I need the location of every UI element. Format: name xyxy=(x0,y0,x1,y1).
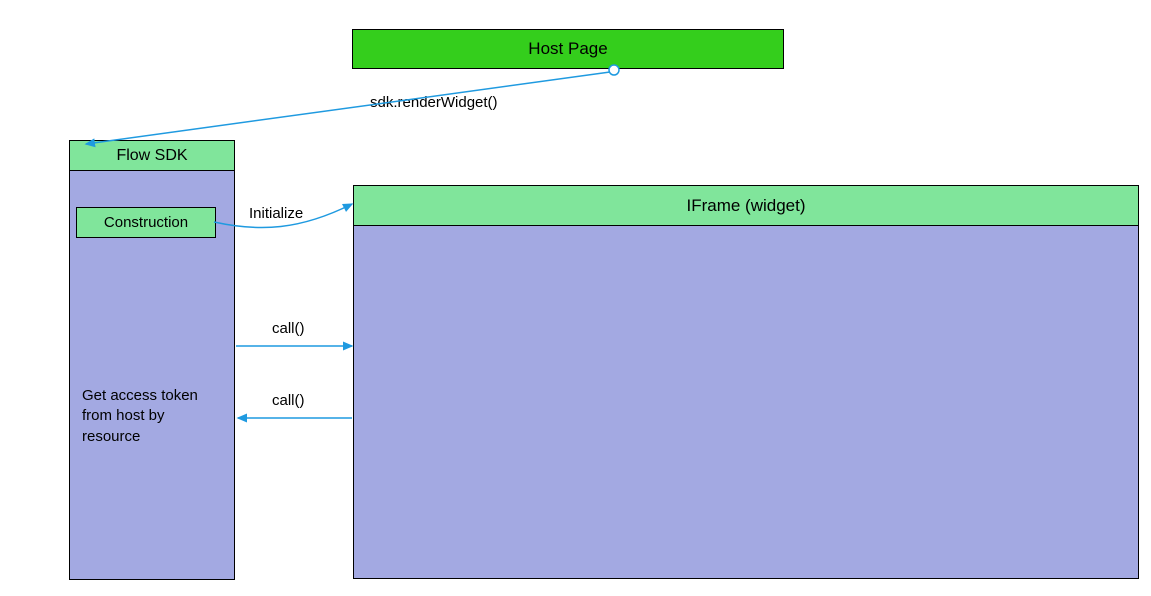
iframe-header: IFrame (widget) xyxy=(354,186,1138,226)
flow-sdk-label: Flow SDK xyxy=(116,147,187,165)
iframe-box: IFrame (widget) xyxy=(353,185,1139,579)
construction-label: Construction xyxy=(104,214,188,231)
label-render-widget: sdk.renderWidget() xyxy=(370,94,498,111)
label-initialize: Initialize xyxy=(249,205,303,222)
flow-sdk-body-text: Get access token from host by resource xyxy=(82,386,224,447)
iframe-label: IFrame (widget) xyxy=(686,196,805,216)
host-page-label: Host Page xyxy=(528,39,607,59)
flow-sdk-header: Flow SDK xyxy=(70,141,234,171)
label-call-1: call() xyxy=(272,320,305,337)
flow-sdk-box: Flow SDK Construction Get access token f… xyxy=(69,140,235,580)
label-call-2: call() xyxy=(272,392,305,409)
arrow-host-to-sdk xyxy=(86,72,610,144)
host-page-box: Host Page xyxy=(352,29,784,69)
construction-box: Construction xyxy=(76,207,216,238)
